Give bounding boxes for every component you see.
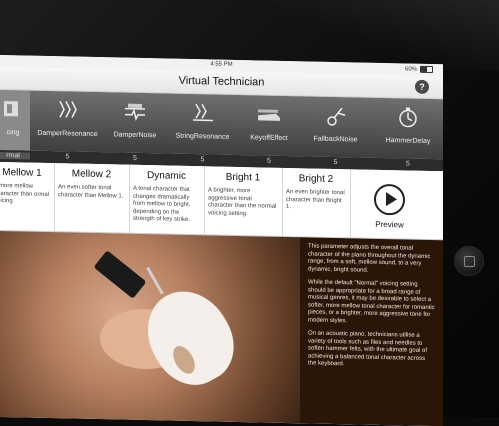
damper-resonance-icon <box>55 99 81 122</box>
tool-hammer-delay[interactable]: HammerDelay <box>373 98 443 159</box>
tool-value: 5 <box>65 153 70 161</box>
preset-description: A brighter, more aggressive tonal charac… <box>208 187 277 217</box>
preset-bright-2[interactable]: Bright 2 An even brighter tonal characte… <box>282 167 351 238</box>
page-title: Virtual Technician <box>178 74 265 89</box>
tool-label: HammerDelay <box>385 137 431 146</box>
tool-label: StringResonance <box>175 132 230 141</box>
preset-description: An even brighter tonal character than Br… <box>286 188 345 211</box>
app-screen: 4:55 PM 60% Virtual Technician ? cing Da… <box>0 55 443 426</box>
tool-voicing[interactable]: cing <box>0 89 30 151</box>
tool-label: FallbackNoise <box>313 135 358 144</box>
preset-dynamic[interactable]: Dynamic A tonal character that changes d… <box>129 164 205 235</box>
preview-button[interactable]: Preview <box>350 169 443 239</box>
tool-label: KeyoffEffect <box>250 134 288 143</box>
tool-string-resonance[interactable]: StringResonance <box>165 93 240 155</box>
preset-name: Mellow 1 <box>2 167 42 179</box>
preset-name: Bright 2 <box>298 173 334 185</box>
technician-photo <box>0 231 300 424</box>
tool-value: 5 <box>333 158 338 167</box>
fallback-noise-icon <box>323 105 349 128</box>
keyoff-effect-icon <box>256 103 282 126</box>
info-paragraph: This parameter adjusts the overall tonal… <box>308 243 431 274</box>
tool-keyoff-effect[interactable]: KeyoffEffect <box>240 95 298 156</box>
parameter-toolbar: cing DamperResonance DamperNoise StringR… <box>0 89 443 160</box>
battery-icon <box>420 65 433 74</box>
play-icon <box>374 183 405 216</box>
home-square-icon <box>464 256 475 267</box>
tool-value: 5 <box>267 157 271 165</box>
tool-value: rmal <box>0 151 30 160</box>
tool-label: DamperResonance <box>37 129 98 139</box>
photo-voicing-tool <box>93 250 147 299</box>
preset-name: Mellow 2 <box>71 168 112 181</box>
help-button[interactable]: ? <box>415 79 429 94</box>
tool-fallback-noise[interactable]: FallbackNoise <box>298 96 373 158</box>
preset-mellow-1[interactable]: Mellow 1 r, more mellow character than o… <box>0 161 55 232</box>
photo-hammer-felt <box>131 276 249 399</box>
voicing-icon <box>0 98 26 121</box>
tool-value: 5 <box>133 154 137 162</box>
voicing-presets: Mellow 1 r, more mellow character than o… <box>0 161 443 241</box>
tool-damper-noise[interactable]: DamperNoise <box>105 92 165 153</box>
tool-label: DamperNoise <box>113 131 157 140</box>
string-resonance-icon <box>190 102 216 125</box>
preset-name: Bright 1 <box>225 171 261 184</box>
preview-label: Preview <box>375 219 404 230</box>
preset-description: A tonal character that changes dramatica… <box>133 185 191 223</box>
damper-noise-icon <box>122 101 148 124</box>
status-battery: 60% <box>404 65 433 74</box>
hammer-delay-icon <box>395 106 421 129</box>
preset-mellow-2[interactable]: Mellow 2 An even softer tonal character … <box>54 163 130 233</box>
tool-damper-resonance[interactable]: DamperResonance <box>30 91 105 153</box>
info-paragraph: While the default "Normal" voicing setti… <box>308 279 435 324</box>
photo-needle <box>146 266 164 295</box>
info-panel: This parameter adjusts the overall tonal… <box>300 237 443 426</box>
tool-value: 5 <box>200 156 205 164</box>
preset-bright-1[interactable]: Bright 1 A brighter, more aggressive ton… <box>204 166 283 236</box>
preset-name: Dynamic <box>147 170 186 182</box>
tool-value: 5 <box>406 160 410 168</box>
info-paragraph: On an acoustic piano, technicians utilis… <box>308 330 428 368</box>
preset-description: r, more mellow character than ormal voic… <box>0 182 50 205</box>
tool-label: cing <box>6 129 20 137</box>
home-button[interactable] <box>454 246 484 276</box>
battery-percent: 60% <box>404 65 417 73</box>
bezel-reflection <box>260 0 499 70</box>
preset-description: An even softer tonal character than Mell… <box>58 184 124 200</box>
